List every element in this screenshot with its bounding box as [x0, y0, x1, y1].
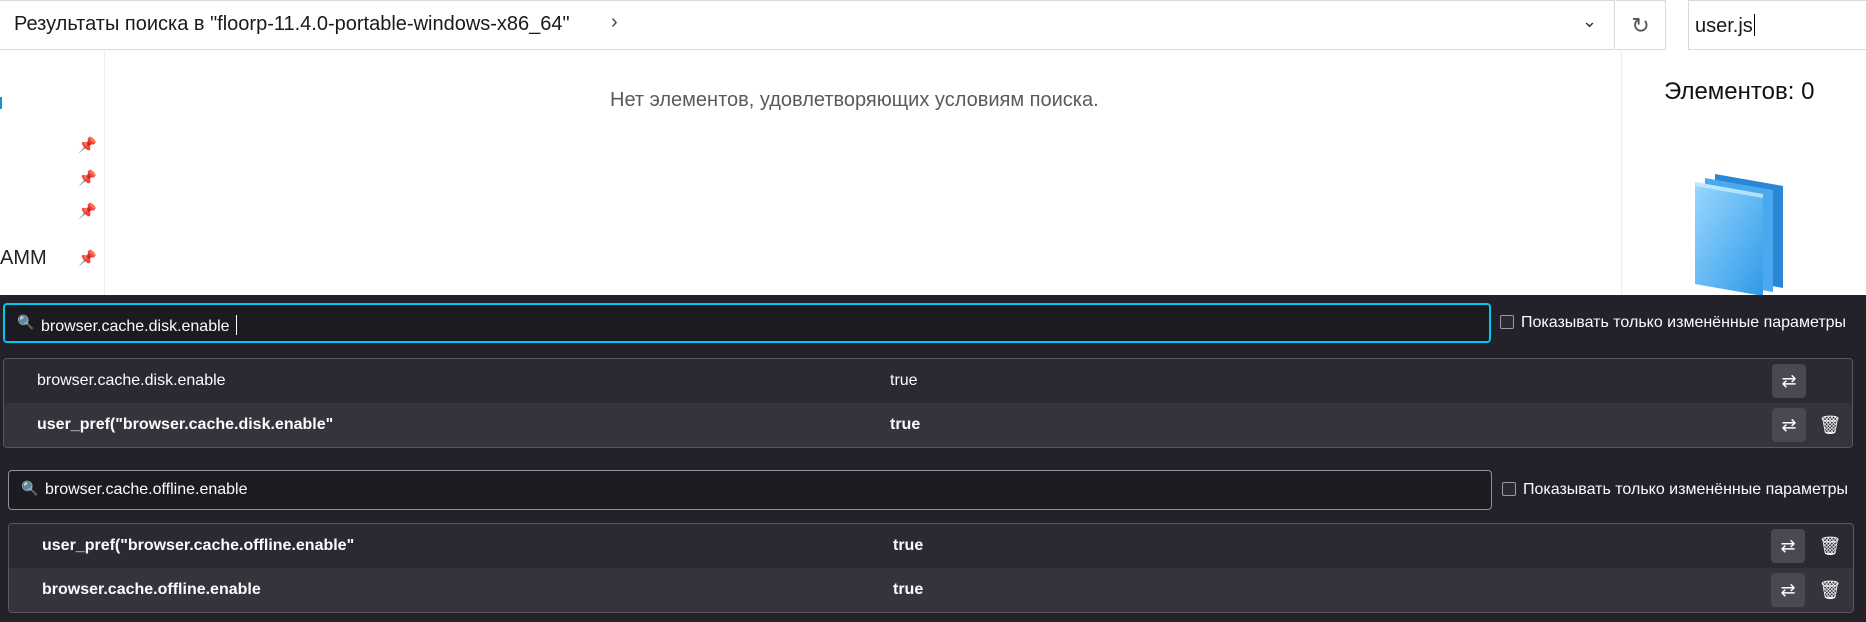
about-config-panel: 🔍 browser.cache.disk.enable Показывать т… — [0, 295, 1866, 622]
preference-search-input[interactable]: 🔍 browser.cache.disk.enable — [3, 303, 1491, 343]
delete-button[interactable]: 🗑 — [1817, 533, 1843, 559]
show-modified-label[interactable]: Показывать только изменённые параметры — [1521, 314, 1846, 332]
show-modified-checkbox[interactable] — [1502, 482, 1516, 496]
preferences-table: user_pref("browser.cache.offline.enable"… — [8, 523, 1854, 613]
pin-icon[interactable]: 📌 — [78, 203, 97, 221]
search-icon: 🔍 — [21, 480, 39, 496]
search-input[interactable]: user.js — [1688, 0, 1866, 50]
item-count: Элементов: 0 — [1664, 78, 1815, 105]
search-icon: 🔍 — [17, 314, 35, 330]
toggle-button[interactable]: ⇄ — [1771, 529, 1805, 563]
preference-value: true — [890, 416, 921, 433]
preference-value: true — [890, 372, 918, 389]
toggle-button[interactable]: ⇄ — [1771, 573, 1805, 607]
empty-results-message: Нет элементов, удовлетворяющих условиям … — [610, 89, 1099, 111]
empty-folder-stack-icon — [1695, 174, 1783, 296]
text-cursor — [235, 315, 237, 335]
breadcrumb-chevron-icon[interactable]: › — [611, 11, 618, 34]
address-text[interactable]: Результаты поиска в "floorp-11.4.0-porta… — [14, 13, 570, 36]
delete-button[interactable]: 🗑 — [1817, 577, 1843, 603]
toggle-button[interactable]: ⇄ — [1772, 408, 1806, 442]
preference-name: browser.cache.disk.enable — [37, 372, 226, 389]
navigation-pane: 📌 📌 📌 📌 AMM — [0, 51, 105, 295]
show-modified-checkbox[interactable] — [1500, 315, 1514, 329]
quick-access-item-label[interactable]: AMM — [0, 247, 47, 270]
refresh-button[interactable]: ↻ — [1616, 0, 1666, 50]
address-dropdown-icon[interactable]: ⌄ — [1582, 11, 1597, 32]
toggle-icon: ⇄ — [1781, 371, 1797, 391]
preference-search-value: browser.cache.disk.enable — [41, 315, 237, 336]
trash-icon: 🗑 — [1818, 580, 1842, 600]
table-row[interactable]: browser.cache.offline.enable true ⇄ 🗑 — [9, 568, 1853, 612]
preference-name: user_pref("browser.cache.offline.enable" — [42, 537, 355, 554]
preference-value: true — [893, 537, 924, 554]
preference-name: user_pref("browser.cache.disk.enable" — [37, 416, 334, 433]
file-explorer-window: Результаты поиска в "floorp-11.4.0-porta… — [0, 0, 1866, 296]
pin-icon[interactable]: 📌 — [78, 250, 97, 268]
preference-name: browser.cache.offline.enable — [42, 581, 261, 598]
preference-search-input[interactable]: 🔍 browser.cache.offline.enable — [8, 470, 1492, 510]
selection-indicator — [0, 97, 2, 109]
toggle-icon: ⇄ — [1780, 580, 1796, 600]
details-pane: Элементов: 0 — [1621, 51, 1866, 296]
toggle-icon: ⇄ — [1781, 415, 1797, 435]
toggle-button[interactable]: ⇄ — [1772, 364, 1806, 398]
preference-value: true — [893, 581, 924, 598]
address-bar[interactable]: Результаты поиска в "floorp-11.4.0-porta… — [0, 0, 1615, 50]
pin-icon[interactable]: 📌 — [78, 170, 97, 188]
table-row[interactable]: browser.cache.disk.enable true ⇄ — [4, 359, 1852, 403]
search-input-value: user.js — [1695, 14, 1755, 37]
table-row[interactable]: user_pref("browser.cache.disk.enable" tr… — [4, 403, 1852, 447]
refresh-icon: ↻ — [1631, 13, 1650, 38]
pin-icon[interactable]: 📌 — [78, 137, 97, 155]
preferences-table: browser.cache.disk.enable true ⇄ user_pr… — [3, 358, 1853, 448]
preference-search-value: browser.cache.offline.enable — [45, 481, 248, 498]
trash-icon: 🗑 — [1818, 536, 1842, 556]
toggle-icon: ⇄ — [1780, 536, 1796, 556]
delete-button[interactable]: 🗑 — [1817, 412, 1843, 438]
text-cursor — [1753, 14, 1755, 36]
trash-icon: 🗑 — [1818, 415, 1842, 435]
table-row[interactable]: user_pref("browser.cache.offline.enable"… — [9, 524, 1853, 568]
show-modified-label[interactable]: Показывать только изменённые параметры — [1523, 481, 1848, 499]
